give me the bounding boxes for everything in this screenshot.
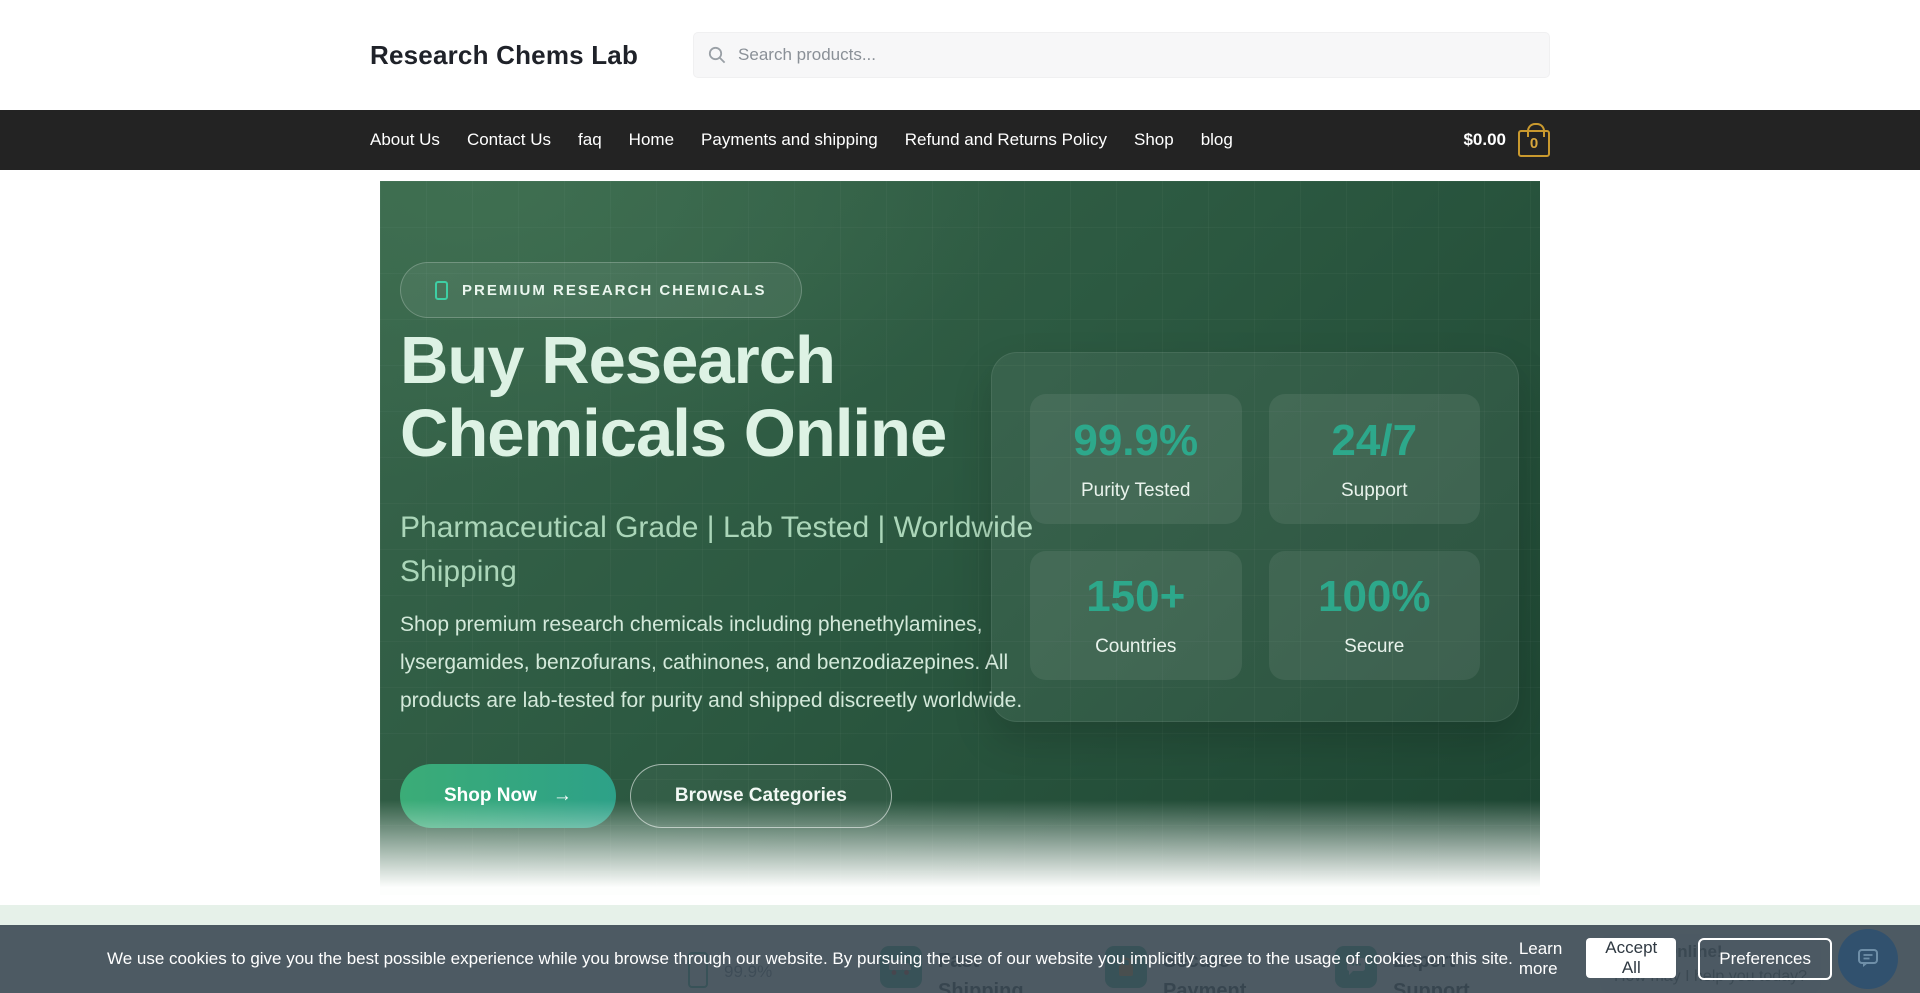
arrow-right-icon: → — [553, 785, 572, 807]
stat-card-purity: 99.9% Purity Tested — [1030, 394, 1242, 524]
main-nav: About Us Contact Us faq Home Payments an… — [0, 110, 1920, 170]
site-header: Research Chems Lab — [0, 0, 1920, 110]
stat-card-countries: 150+ Countries — [1030, 551, 1242, 681]
cart-total: $0.00 — [1463, 130, 1506, 150]
shop-now-label: Shop Now — [444, 785, 537, 807]
stat-label: Support — [1341, 480, 1408, 502]
nav-item-blog[interactable]: blog — [1201, 130, 1233, 149]
page: Research Chems Lab About Us Contact Us f… — [0, 0, 1920, 993]
nav-item-shop[interactable]: Shop — [1134, 130, 1174, 149]
stat-card-support: 24/7 Support — [1269, 394, 1481, 524]
hero-section: PREMIUM RESEARCH CHEMICALS Buy Research … — [380, 181, 1540, 895]
hero-description: Shop premium research chemicals includin… — [400, 606, 1050, 720]
cart-count: 0 — [1530, 135, 1538, 152]
section-divider-band — [0, 905, 1920, 927]
stat-value: 24/7 — [1331, 416, 1417, 466]
nav-item-refund-policy[interactable]: Refund and Returns Policy — [905, 130, 1107, 149]
stat-label: Secure — [1344, 636, 1404, 658]
stat-value: 150+ — [1086, 572, 1185, 622]
preferences-button[interactable]: Preferences — [1698, 938, 1832, 980]
search-icon — [708, 46, 726, 64]
cookie-buttons: Accept All Preferences — [1586, 938, 1832, 980]
cart-button[interactable]: $0.00 0 — [1463, 124, 1550, 157]
learn-more-link[interactable]: Learn more — [1519, 939, 1562, 979]
nav-item-home[interactable]: Home — [629, 130, 674, 149]
cookie-message: We use cookies to give you the best poss… — [107, 949, 1513, 969]
nav-item-faq[interactable]: faq — [578, 130, 602, 149]
cookie-consent-bar: We use cookies to give you the best poss… — [0, 925, 1920, 993]
stats-panel: 99.9% Purity Tested 24/7 Support 150+ Co… — [991, 352, 1519, 722]
nav-item-contact-us[interactable]: Contact Us — [467, 130, 551, 149]
search-bar — [693, 32, 1550, 78]
hero-badge-label: PREMIUM RESEARCH CHEMICALS — [462, 282, 767, 299]
nav-item-payments-shipping[interactable]: Payments and shipping — [701, 130, 878, 149]
stat-value: 100% — [1318, 572, 1431, 622]
chat-bubble-icon — [1855, 947, 1881, 971]
flask-glyph-icon — [435, 281, 448, 300]
nav-item-about-us[interactable]: About Us — [370, 130, 440, 149]
shop-now-button[interactable]: Shop Now → — [400, 764, 616, 828]
hero-subtitle: Pharmaceutical Grade | Lab Tested | Worl… — [400, 506, 1040, 594]
nav-list: About Us Contact Us faq Home Payments an… — [370, 130, 1233, 150]
site-logo[interactable]: Research Chems Lab — [370, 40, 638, 71]
chat-widget-button[interactable] — [1838, 929, 1898, 989]
stat-label: Purity Tested — [1081, 480, 1190, 502]
stat-label: Countries — [1095, 636, 1176, 658]
hero-cta-row: Shop Now → Browse Categories — [400, 764, 892, 828]
stat-card-secure: 100% Secure — [1269, 551, 1481, 681]
accept-all-button[interactable]: Accept All — [1586, 938, 1676, 978]
search-input[interactable] — [693, 32, 1550, 78]
browse-categories-button[interactable]: Browse Categories — [630, 764, 892, 828]
hero-badge: PREMIUM RESEARCH CHEMICALS — [400, 262, 802, 318]
stat-value: 99.9% — [1073, 416, 1198, 466]
hero-title: Buy Research Chemicals Online — [400, 324, 1050, 470]
cart-bag-icon: 0 — [1518, 130, 1550, 157]
